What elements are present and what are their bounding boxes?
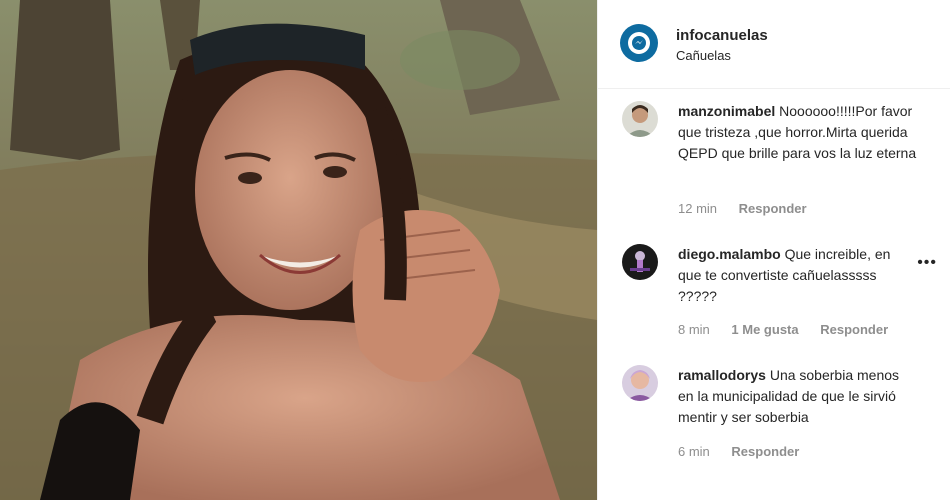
comment-username[interactable]: ramallodorys (678, 367, 766, 383)
post-header: infocanuelas Cañuelas (598, 0, 950, 89)
comment-time[interactable]: 8 min (678, 322, 710, 337)
comment-likes[interactable]: 1 Me gusta (731, 322, 798, 337)
post-photo[interactable] (0, 0, 597, 500)
account-username[interactable]: infocanuelas (676, 27, 768, 44)
messenger-logo-icon (628, 32, 650, 54)
post-location[interactable]: Cañuelas (676, 48, 731, 63)
comments-panel: infocanuelas Cañuelas manzonimabel Noooo… (597, 0, 950, 500)
commenter-avatar[interactable] (622, 101, 658, 137)
reply-button[interactable]: Responder (820, 322, 888, 337)
comment-time[interactable]: 6 min (678, 444, 710, 459)
comment-text-block: manzonimabel Noooooo!!!!!Por favor que t… (678, 101, 918, 164)
comment-text-block: ramallodorys Una soberbia menos en la mu… (678, 365, 908, 428)
photo-illustration (0, 0, 597, 500)
reply-button[interactable]: Responder (739, 201, 807, 216)
comment-time[interactable]: 12 min (678, 201, 717, 216)
comment-username[interactable]: diego.malambo (678, 246, 781, 262)
commenter-avatar[interactable] (622, 244, 658, 280)
comment-username[interactable]: manzonimabel (678, 103, 775, 119)
account-avatar[interactable] (620, 24, 658, 62)
commenter-avatar[interactable] (622, 365, 658, 401)
comment-text-block: diego.malambo Que increible, en que te c… (678, 244, 900, 307)
more-options-icon[interactable]: ••• (917, 254, 937, 272)
comment-meta: 12 min Responder (678, 201, 825, 216)
comment-meta: 8 min 1 Me gusta Responder (678, 322, 906, 337)
comment-meta: 6 min Responder (678, 444, 817, 459)
reply-button[interactable]: Responder (731, 444, 799, 459)
